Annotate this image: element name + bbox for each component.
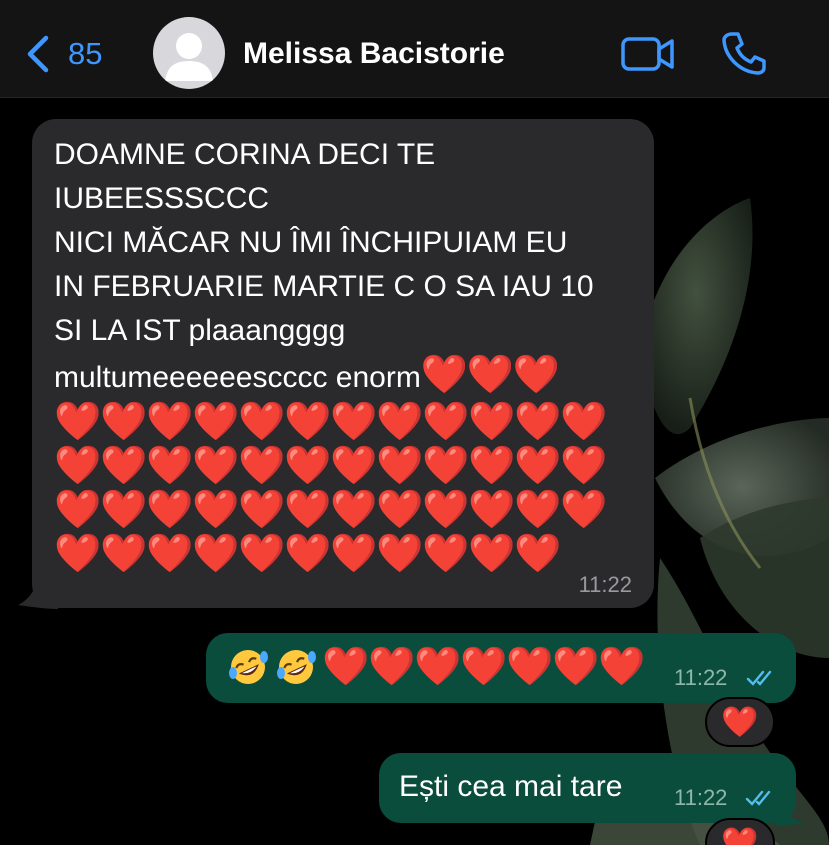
heart-emoji: ❤️: [598, 646, 646, 688]
heart-emoji: ❤️: [330, 489, 378, 531]
heart-emoji: ❤️: [192, 533, 240, 575]
heart-emoji: ❤️: [368, 646, 416, 688]
heart-emoji: ❤️: [506, 646, 554, 688]
hearts-row: ❤️❤️❤️❤️❤️❤️❤️❤️❤️❤️❤️❤️: [54, 444, 634, 488]
heart-emoji: ❤️: [238, 489, 286, 531]
read-receipt-icon: [745, 790, 771, 806]
read-receipt-icon: [746, 670, 772, 686]
heart-emoji: ❤️: [468, 533, 516, 575]
reaction-badge[interactable]: ❤️: [705, 818, 775, 845]
chevron-left-icon[interactable]: [24, 34, 52, 74]
inline-hearts: ❤️❤️❤️: [421, 354, 560, 396]
message-time: 11:22: [674, 785, 728, 810]
heart-emoji: ❤️: [322, 646, 370, 688]
heart-emoji: ❤️: [100, 445, 148, 487]
heart-emoji: ❤️: [330, 401, 378, 443]
heart-emoji: ❤️: [376, 445, 424, 487]
heart-emoji: ❤️: [560, 401, 608, 443]
heart-emoji: ❤️: [376, 533, 424, 575]
heart-emoji: ❤️: [514, 533, 562, 575]
heart-emoji: ❤️: [54, 489, 102, 531]
heart-emoji: ❤️: [192, 489, 240, 531]
heart-rows: ❤️❤️❤️❤️❤️❤️❤️❤️❤️❤️❤️❤️ ❤️❤️❤️❤️❤️❤️❤️❤️…: [54, 400, 634, 576]
heart-emoji: ❤️: [514, 401, 562, 443]
heart-emoji: ❤️: [284, 401, 332, 443]
reaction-badge[interactable]: ❤️: [705, 697, 775, 747]
outgoing-emoji-row: ❤️ ❤️ ❤️ ❤️ ❤️ ❤️ ❤️: [226, 645, 646, 689]
avatar-placeholder-icon: [165, 33, 213, 81]
heart-emoji: ❤️: [54, 533, 102, 575]
heart-emoji: ❤️: [468, 445, 516, 487]
heart-emoji: ❤️: [100, 401, 148, 443]
heart-emoji: ❤️: [468, 489, 516, 531]
phone-call-icon[interactable]: [720, 30, 766, 76]
heart-emoji: ❤️: [238, 533, 286, 575]
heart-emoji: ❤️: [146, 445, 194, 487]
outgoing-message-text: Ești cea mai tare: [399, 770, 623, 803]
heart-reaction: ❤️: [721, 705, 759, 739]
contact-name[interactable]: Melissa Bacistorie: [243, 34, 505, 74]
heart-emoji: ❤️: [514, 445, 562, 487]
message-time: 11:22: [674, 665, 728, 690]
heart-emoji: ❤️: [100, 533, 148, 575]
heart-emoji: ❤️: [146, 401, 194, 443]
rolling-laughing-emoji: [277, 650, 316, 684]
heart-emoji: ❤️: [376, 489, 424, 531]
heart-emoji: ❤️: [376, 401, 424, 443]
hearts-row: ❤️❤️❤️❤️❤️❤️❤️❤️❤️❤️❤️❤️: [54, 488, 634, 532]
outgoing-message-bubble[interactable]: ❤️ ❤️ ❤️ ❤️ ❤️ ❤️ ❤️ 11:22: [206, 633, 796, 703]
heart-emoji: ❤️: [422, 401, 470, 443]
avatar[interactable]: [153, 17, 225, 89]
heart-emoji: ❤️: [560, 445, 608, 487]
chat-header: 85 Melissa Bacistorie: [0, 0, 829, 98]
heart-emoji: ❤️: [422, 445, 470, 487]
heart-emoji: ❤️: [468, 401, 516, 443]
heart-emoji: ❤️: [460, 646, 508, 688]
heart-emoji: ❤️: [284, 445, 332, 487]
heart-emoji: ❤️: [512, 354, 561, 396]
heart-emoji: ❤️: [238, 401, 286, 443]
heart-emoji: ❤️: [54, 445, 102, 487]
heart-emoji: ❤️: [192, 445, 240, 487]
heart-reaction: ❤️: [721, 826, 759, 845]
heart-emoji: ❤️: [466, 354, 515, 396]
heart-emoji: ❤️: [146, 533, 194, 575]
video-call-icon[interactable]: [620, 34, 676, 74]
heart-emoji: ❤️: [54, 401, 102, 443]
heart-emoji: ❤️: [330, 445, 378, 487]
outgoing-message-bubble[interactable]: Ești cea mai tare 11:22: [379, 753, 796, 823]
heart-emoji: ❤️: [192, 401, 240, 443]
heart-emoji: ❤️: [284, 533, 332, 575]
heart-emoji: ❤️: [284, 489, 332, 531]
heart-emoji: ❤️: [146, 489, 194, 531]
heart-emoji: ❤️: [552, 646, 600, 688]
hearts-row: ❤️❤️❤️❤️❤️❤️❤️❤️❤️❤️❤️❤️: [54, 400, 634, 444]
heart-emoji: ❤️: [560, 489, 608, 531]
heart-emoji: ❤️: [420, 354, 469, 396]
incoming-message-text: DOAMNE CORINA DECI TE IUBEESSSCCC NICI M…: [54, 133, 634, 576]
heart-emoji: ❤️: [100, 489, 148, 531]
heart-emoji: ❤️: [414, 646, 462, 688]
heart-emoji: ❤️: [514, 489, 562, 531]
heart-emoji: ❤️: [238, 445, 286, 487]
hearts-row: ❤️❤️❤️❤️❤️❤️❤️❤️❤️❤️❤️: [54, 532, 634, 576]
heart-emoji: ❤️: [422, 489, 470, 531]
rolling-laughing-emoji: [229, 650, 268, 684]
incoming-message-bubble[interactable]: DOAMNE CORINA DECI TE IUBEESSSCCC NICI M…: [32, 119, 654, 608]
heart-emoji: ❤️: [422, 533, 470, 575]
unread-count[interactable]: 85: [68, 34, 102, 74]
message-time: 11:22: [578, 572, 632, 597]
heart-emoji: ❤️: [330, 533, 378, 575]
